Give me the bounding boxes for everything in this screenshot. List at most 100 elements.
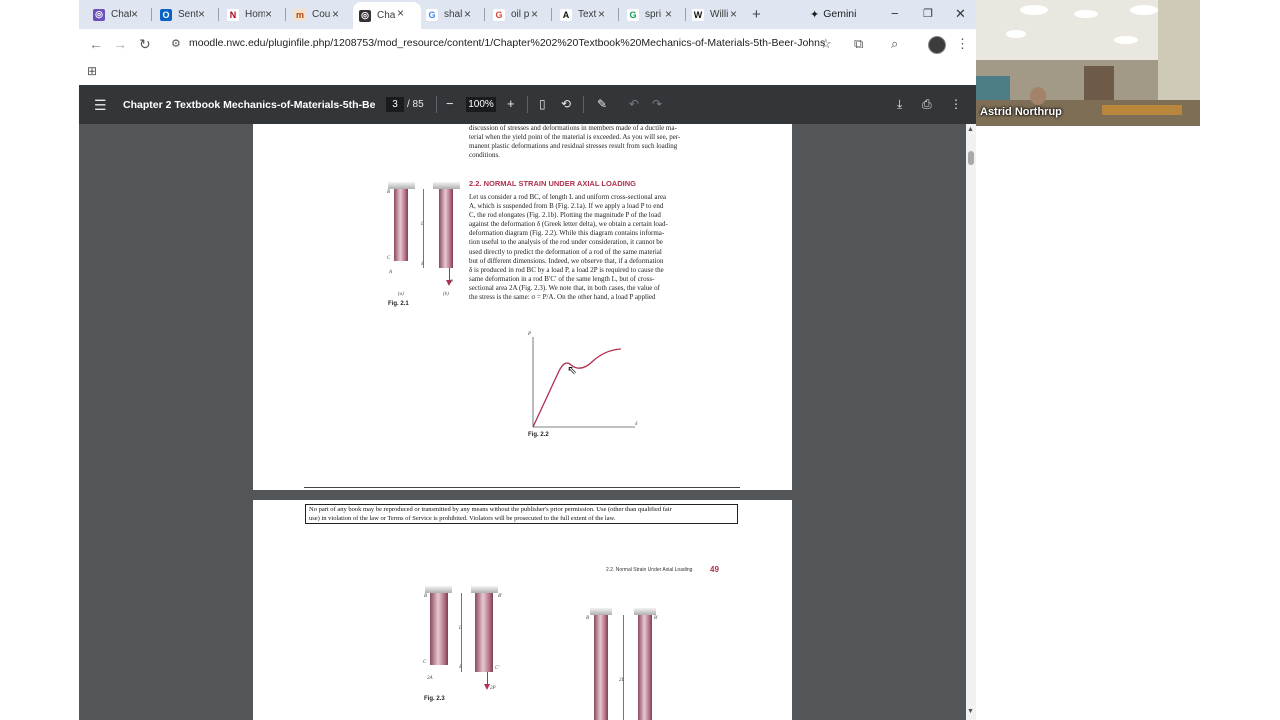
label-delta: δ xyxy=(421,262,424,267)
axis-label-delta: δ xyxy=(635,422,638,427)
tab-close-icon[interactable]: × xyxy=(531,8,538,20)
site-info-icon[interactable]: ⚙ xyxy=(171,37,181,50)
bookmark-star-icon[interactable]: ☆ xyxy=(820,36,832,52)
label-a-sub: (a) xyxy=(398,292,404,297)
browser-tab[interactable]: Gshal × xyxy=(420,3,484,26)
browser-tab[interactable]: W Willi × xyxy=(686,3,750,26)
tab-title: Text xyxy=(578,9,597,20)
label-2l: 2L xyxy=(619,678,625,683)
forward-arrow-icon[interactable]: → xyxy=(113,36,127,52)
tab-close-icon[interactable]: × xyxy=(598,8,605,20)
page-number: 49 xyxy=(710,565,719,574)
tab-separator xyxy=(151,8,152,21)
browser-tab[interactable]: A Text × xyxy=(554,3,618,26)
label-l: L xyxy=(421,222,424,227)
anthropic-icon: A xyxy=(560,8,572,21)
support-cap xyxy=(425,586,452,593)
tab-close-icon[interactable]: × xyxy=(464,8,471,20)
close-window-button[interactable]: ✕ xyxy=(955,6,966,22)
address-bar[interactable]: ⚙ moodle.nwc.edu/pluginfile.php/1208753/… xyxy=(163,32,837,56)
tab-close-icon[interactable]: × xyxy=(265,8,272,20)
undo-icon[interactable]: ↶ xyxy=(629,97,639,111)
tab-title: Sent xyxy=(178,9,198,20)
profile-avatar[interactable] xyxy=(928,36,946,54)
url-text: moodle.nwc.edu/pluginfile.php/1208753/mo… xyxy=(189,37,825,49)
redo-icon[interactable]: ↷ xyxy=(652,97,662,111)
print-icon[interactable]: ⎙ xyxy=(922,97,932,112)
minimize-button[interactable]: − xyxy=(891,6,899,21)
tab-close-icon[interactable]: × xyxy=(332,8,339,20)
pdf-toolbar: ☰ Chapter 2 Textbook Mechanics-of-Materi… xyxy=(79,85,976,124)
figure-caption: Fig. 2.1 xyxy=(388,301,409,307)
rod-2a-elongated xyxy=(475,593,493,672)
zoom-out-button[interactable]: − xyxy=(446,96,454,111)
tab-separator xyxy=(551,8,552,21)
left-margin xyxy=(0,0,79,720)
zoom-level-input[interactable]: 100% xyxy=(466,97,496,112)
label-c-prime: C′ xyxy=(495,666,500,671)
section-heading: 2.2. NORMAL STRAIN UNDER AXIAL LOADING xyxy=(469,179,636,188)
reload-icon[interactable]: ↻ xyxy=(139,36,151,53)
browser-tab[interactable]: ◎ Chat × xyxy=(87,3,151,26)
label-c: C xyxy=(423,660,427,665)
browser-tab[interactable]: Gspri × xyxy=(621,3,685,26)
page-number-input[interactable]: 3 xyxy=(386,97,404,112)
tab-separator xyxy=(618,8,619,21)
browser-menu-icon[interactable]: ⋮ xyxy=(956,36,969,52)
tab-close-icon[interactable]: × xyxy=(198,8,205,20)
lens-search-icon[interactable]: ⌕ xyxy=(891,36,898,52)
axis-label-p: P xyxy=(528,332,532,337)
browser-tab[interactable]: m Cou × xyxy=(288,3,352,26)
rod-bc-elongated xyxy=(439,189,453,268)
zoom-in-button[interactable]: + xyxy=(507,96,515,111)
tab-separator xyxy=(484,8,485,21)
dimension-line xyxy=(623,615,624,720)
fit-page-icon[interactable]: ▯ xyxy=(539,97,546,111)
extensions-icon[interactable]: ⧉ xyxy=(854,36,863,52)
browser-window: ◎ Chat × O Sent × N Hom × m Cou × ◎ Cha × Gshal × Goil p ×… xyxy=(79,0,976,720)
pdf-scrollbar[interactable]: ▲ ▼ xyxy=(966,124,976,720)
chatgpt-icon: ◎ xyxy=(359,9,371,22)
pdf-viewer: ☰ Chapter 2 Textbook Mechanics-of-Materi… xyxy=(79,85,976,720)
browser-tab[interactable]: O Sent × xyxy=(154,3,218,26)
browser-tab[interactable]: Goil p × xyxy=(487,3,551,26)
pdf-page: discussion of stresses and deformations … xyxy=(253,124,792,490)
label-b-sub: (b) xyxy=(443,292,449,297)
tab-title: oil p xyxy=(511,9,530,20)
pdf-menu-icon[interactable]: ☰ xyxy=(94,97,107,114)
scrollbar-thumb[interactable] xyxy=(968,151,974,165)
tab-title: Willi xyxy=(710,9,729,20)
label-2a: 2A xyxy=(427,676,433,681)
tab-close-icon[interactable]: × xyxy=(730,8,737,20)
tab-close-icon[interactable]: × xyxy=(665,8,672,20)
scroll-down-icon[interactable]: ▼ xyxy=(967,708,974,715)
scroll-up-icon[interactable]: ▲ xyxy=(967,126,974,133)
label-b-prime-rod-2l: B′ xyxy=(654,616,659,621)
rotate-icon[interactable]: ⟲ xyxy=(561,97,571,111)
pdf-more-icon[interactable]: ⋮ xyxy=(950,97,962,111)
label-c: C xyxy=(387,256,391,261)
label-delta: δ xyxy=(459,665,462,670)
dimension-line xyxy=(461,593,462,672)
toolbar-divider xyxy=(583,96,584,113)
toolbar-divider xyxy=(527,96,528,113)
back-arrow-icon[interactable]: ← xyxy=(89,36,103,52)
browser-tab[interactable]: N Hom × xyxy=(221,3,285,26)
gemini-label: Gemini xyxy=(823,8,857,20)
support-cap xyxy=(433,182,460,189)
google-icon: G xyxy=(493,8,505,21)
new-tab-button[interactable]: + xyxy=(752,6,761,23)
apps-grid-icon[interactable]: ⊞ xyxy=(87,64,97,78)
right-desktop-area xyxy=(976,126,1280,720)
course-icon: m xyxy=(294,8,306,21)
toolbar-divider xyxy=(436,96,437,113)
page-bottom-rule xyxy=(304,487,740,488)
tab-title: Cou xyxy=(312,9,331,20)
gemini-button[interactable]: ✦ Gemini xyxy=(810,5,856,23)
tab-close-icon[interactable]: × xyxy=(397,7,404,19)
annotate-pen-icon[interactable]: ✎ xyxy=(597,97,607,111)
restore-button[interactable]: ❐ xyxy=(923,7,933,20)
download-icon[interactable]: ⤓ xyxy=(897,97,902,112)
browser-tab[interactable]: ◎ Cha × xyxy=(353,2,421,29)
tab-close-icon[interactable]: × xyxy=(131,8,138,20)
